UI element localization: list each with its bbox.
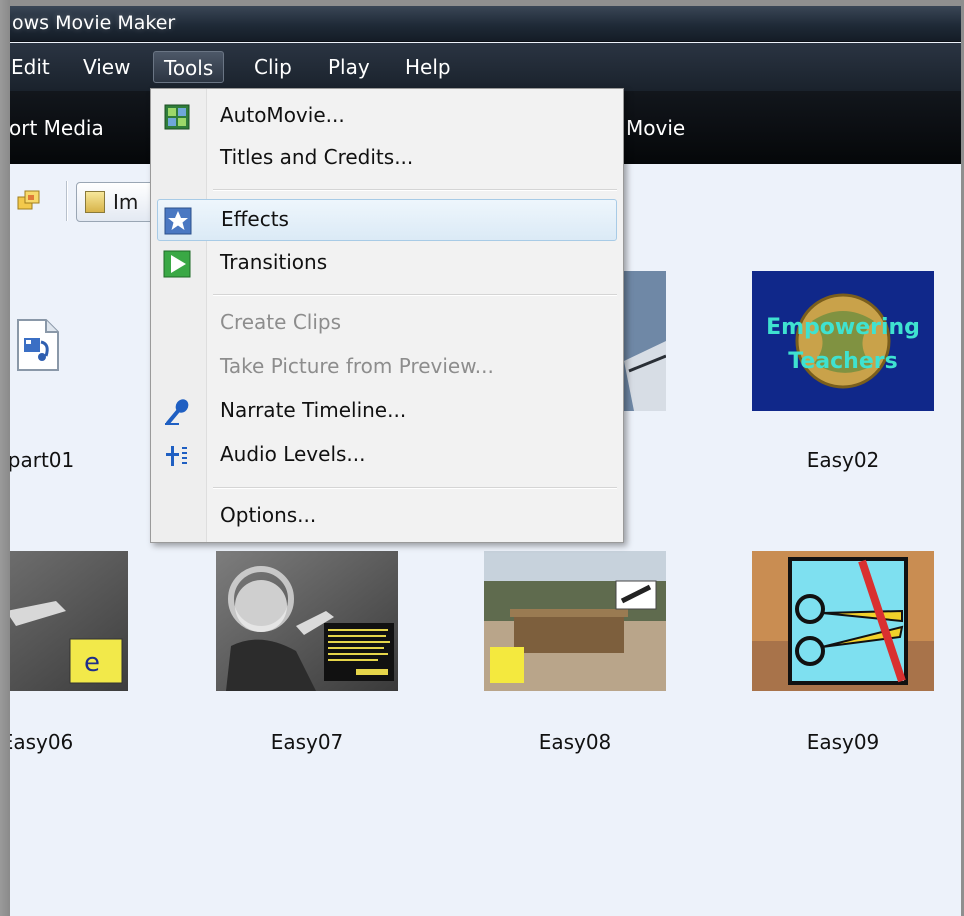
menu-item-create-clips: Create Clips: [157, 303, 617, 345]
menu-item-narrate-timeline-label: Narrate Timeline...: [220, 398, 407, 422]
task-publish-movie[interactable]: Movie: [626, 116, 685, 140]
tools-dropdown-menu: AutoMovie... Titles and Credits... Effec…: [150, 88, 624, 543]
clip-thumbnail-easy07[interactable]: [216, 551, 398, 691]
transitions-icon: [163, 250, 191, 278]
import-file-icon: [85, 191, 105, 213]
clip-thumbnail-easy02[interactable]: Empowering Teachers: [752, 271, 934, 411]
menu-item-audio-levels[interactable]: Audio Levels...: [157, 435, 617, 477]
menu-item-automovie[interactable]: AutoMovie...: [157, 96, 617, 138]
menu-item-narrate-timeline[interactable]: Narrate Timeline...: [157, 391, 617, 433]
task-import-media[interactable]: ort Media: [10, 116, 104, 140]
easy08-thumbnail-image: [484, 551, 666, 691]
collections-folder-icon[interactable]: [16, 187, 44, 213]
menu-help[interactable]: Help: [395, 51, 461, 83]
clip-label-part01: part01: [10, 448, 75, 472]
easy07-thumbnail-image: [216, 551, 398, 691]
menu-separator: [213, 487, 617, 489]
menu-tools[interactable]: Tools: [153, 51, 225, 83]
clip-label-easy06: Easy06: [10, 730, 74, 754]
clip-label-easy09: Easy09: [806, 730, 880, 754]
menu-item-audio-levels-label: Audio Levels...: [220, 442, 366, 466]
menu-item-options-label: Options...: [220, 503, 317, 527]
toolbar-separator: [66, 181, 68, 221]
menu-item-effects-label: Effects: [221, 207, 289, 231]
window-title: ows Movie Maker: [12, 12, 176, 34]
menu-view[interactable]: View: [73, 51, 140, 83]
menu-item-transitions-label: Transitions: [220, 250, 328, 274]
menu-item-take-picture-label: Take Picture from Preview...: [220, 354, 494, 378]
menu-item-transitions[interactable]: Transitions: [157, 243, 617, 285]
menu-item-automovie-label: AutoMovie...: [220, 103, 345, 127]
audio-levels-icon: [166, 446, 187, 466]
menu-edit[interactable]: Edit: [10, 51, 60, 83]
menu-clip[interactable]: Clip: [244, 51, 302, 83]
import-button-label: Im: [113, 190, 139, 214]
clip-thumbnail-easy08[interactable]: [484, 551, 666, 691]
easy02-thumb-text-1: Empowering: [766, 315, 920, 340]
menu-item-take-picture: Take Picture from Preview...: [157, 347, 617, 389]
effects-star-icon: [164, 207, 192, 235]
menu-item-create-clips-label: Create Clips: [220, 310, 342, 334]
title-bar: ows Movie Maker: [10, 6, 961, 42]
audio-video-file-icon[interactable]: [14, 318, 62, 372]
menu-play[interactable]: Play: [318, 51, 380, 83]
microphone-icon: [165, 399, 189, 425]
menu-separator: [213, 189, 617, 191]
clip-label-easy02: Easy02: [806, 448, 880, 472]
svg-text:e: e: [84, 648, 100, 678]
menu-item-titles-credits[interactable]: Titles and Credits...: [157, 138, 617, 180]
menu-separator: [213, 294, 617, 296]
clip-label-easy08: Easy08: [538, 730, 612, 754]
easy09-thumbnail-image: [752, 551, 934, 691]
menu-item-titles-credits-label: Titles and Credits...: [220, 145, 414, 169]
menu-item-effects[interactable]: Effects: [157, 199, 617, 241]
easy02-thumb-text-2: Teachers: [788, 349, 898, 374]
screen-frame-left: [0, 0, 10, 916]
easy06-thumbnail-image: e: [10, 551, 128, 691]
clip-label-easy07: Easy07: [270, 730, 344, 754]
automovie-icon: [164, 104, 190, 130]
easy02-thumbnail-image: [752, 271, 934, 411]
clip-thumbnail-easy06[interactable]: e: [10, 551, 128, 691]
clip-thumbnail-easy09[interactable]: [752, 551, 934, 691]
menu-bar: Edit View Tools Clip Play Help: [10, 43, 961, 91]
menu-item-options[interactable]: Options...: [157, 496, 617, 538]
